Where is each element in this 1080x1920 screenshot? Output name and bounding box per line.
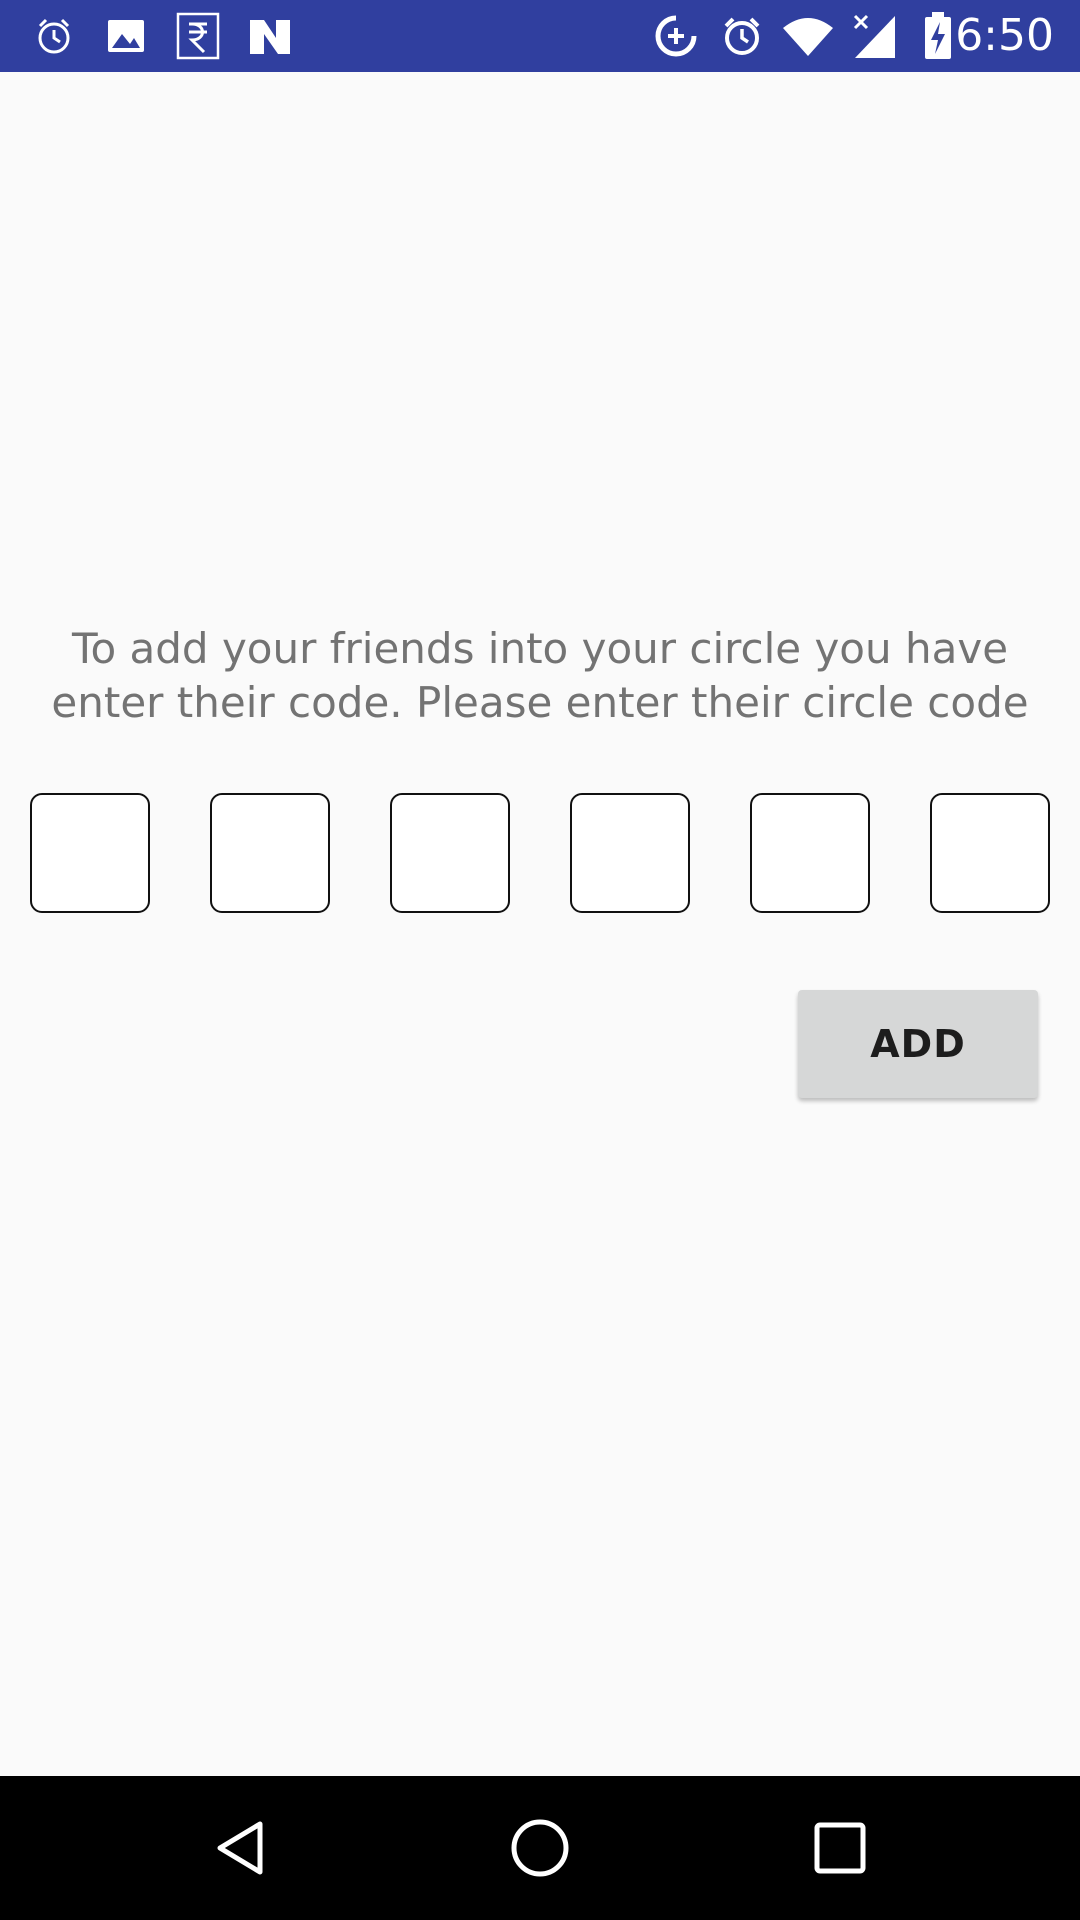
data-saver-icon [652,12,700,60]
signal-icon [848,12,900,60]
n-logo-icon [246,12,294,60]
back-icon[interactable] [190,1798,290,1898]
navigation-bar [0,1776,1080,1920]
wifi-icon [780,12,836,60]
code-digit-2[interactable] [210,793,330,913]
alarm-icon [718,12,766,60]
status-time: 6:50 [955,10,1054,61]
battery-charging-icon [918,12,958,60]
code-digit-5[interactable] [750,793,870,913]
recents-icon[interactable] [790,1798,890,1898]
instruction-text: To add your friends into your circle you… [51,624,1029,727]
add-button[interactable]: ADD [798,990,1038,1098]
image-icon [102,12,150,60]
main-content [0,72,1080,1776]
rupee-icon [174,12,222,60]
code-digit-4[interactable] [570,793,690,913]
code-digit-6[interactable] [930,793,1050,913]
status-bar: 6:50 [0,0,1080,72]
alarm-icon [30,12,78,60]
code-digit-1[interactable] [30,793,150,913]
home-icon[interactable] [490,1798,590,1898]
code-digit-3[interactable] [390,793,510,913]
